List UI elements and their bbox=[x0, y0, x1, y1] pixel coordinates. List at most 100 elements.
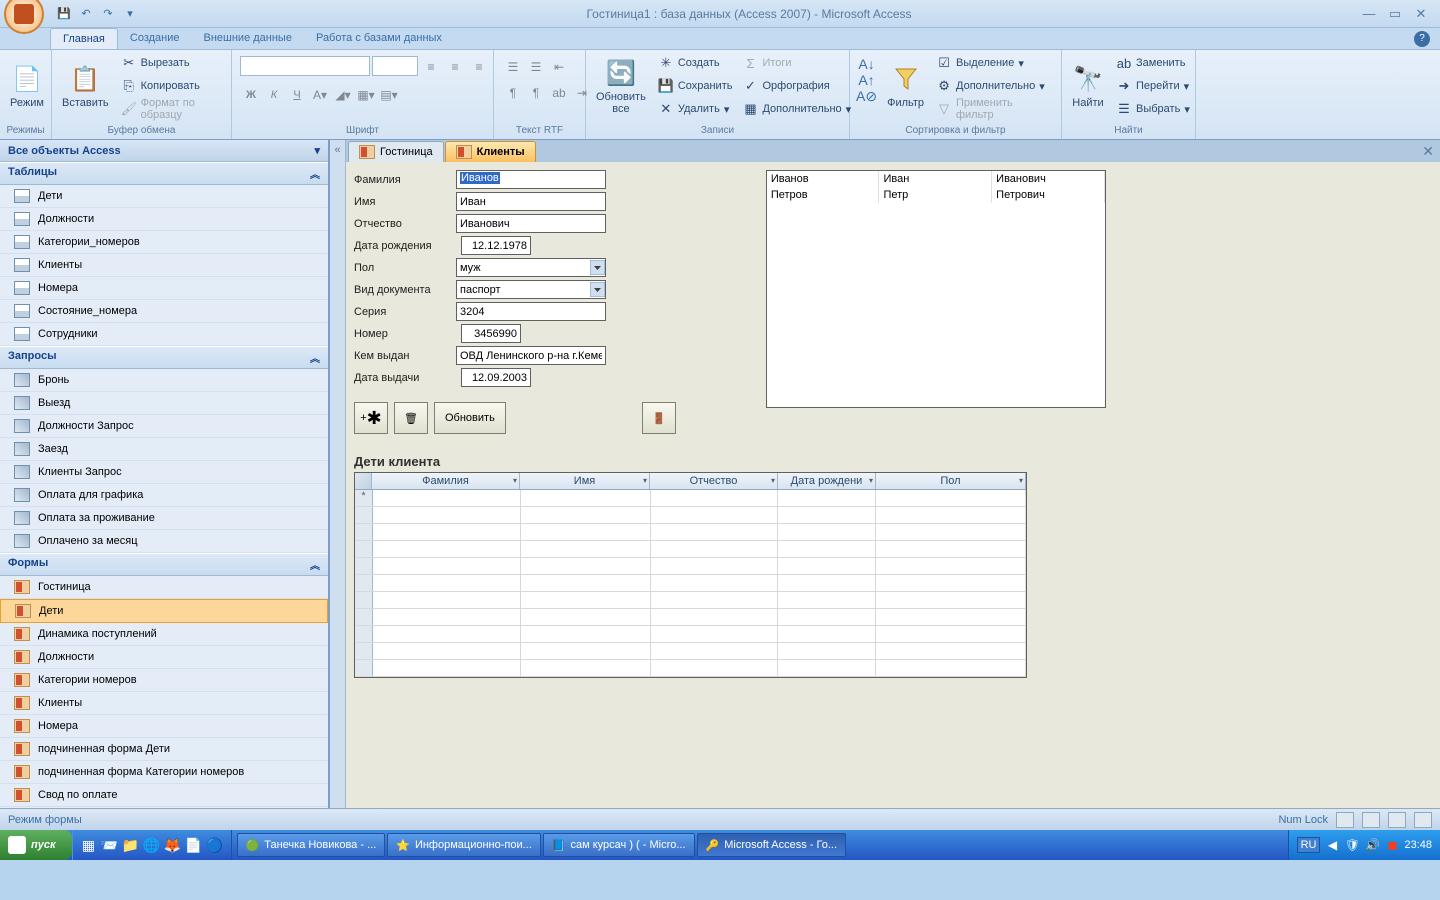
new-record-button[interactable]: ✳Создать bbox=[654, 52, 737, 74]
cell[interactable] bbox=[651, 626, 779, 642]
close-button[interactable]: ✕ bbox=[1410, 5, 1432, 23]
select-button[interactable]: ☰Выбрать ▾ bbox=[1112, 98, 1194, 120]
delete-button[interactable]: 🗑 bbox=[394, 402, 428, 434]
nav-item[interactable]: Оплата за проживание bbox=[0, 507, 328, 530]
save-record-button[interactable]: 💾Сохранить bbox=[654, 75, 737, 97]
input-name[interactable] bbox=[456, 192, 606, 211]
view-layout-icon[interactable] bbox=[1388, 812, 1406, 828]
view-datasheet-icon[interactable] bbox=[1362, 812, 1380, 828]
nav-item[interactable]: Состояние номера bbox=[0, 807, 328, 808]
taskbar-item[interactable]: 🔑Microsoft Access - Го... bbox=[697, 833, 847, 857]
cell[interactable] bbox=[521, 592, 651, 608]
nav-item[interactable]: Состояние_номера bbox=[0, 300, 328, 323]
cell[interactable] bbox=[876, 541, 1026, 557]
nav-item[interactable]: Должности bbox=[0, 208, 328, 231]
rtl-icon[interactable]: ¶ bbox=[525, 82, 547, 104]
ql-icon[interactable]: 🦊 bbox=[163, 835, 183, 855]
cell[interactable] bbox=[876, 507, 1026, 523]
close-tab-icon[interactable]: ✕ bbox=[1422, 143, 1434, 160]
table-row[interactable] bbox=[355, 660, 1026, 677]
input-fam[interactable]: Иванов bbox=[456, 170, 606, 189]
table-row[interactable] bbox=[355, 592, 1026, 609]
tab-create[interactable]: Создание bbox=[118, 28, 192, 49]
row-header[interactable]: * bbox=[355, 490, 373, 506]
nav-cat-tables[interactable]: Таблицы︽ bbox=[0, 162, 328, 185]
table-row[interactable] bbox=[355, 609, 1026, 626]
cell[interactable] bbox=[373, 490, 521, 506]
cell[interactable] bbox=[521, 643, 651, 659]
underline-button[interactable]: Ч bbox=[286, 84, 308, 106]
cell[interactable] bbox=[651, 592, 779, 608]
clients-list[interactable]: ИвановИванИванович ПетровПетрПетрович bbox=[766, 170, 1106, 408]
ql-icon[interactable]: 🌐 bbox=[142, 835, 162, 855]
row-header[interactable] bbox=[355, 575, 373, 591]
sort-desc-icon[interactable]: A↑ bbox=[858, 72, 874, 88]
cell[interactable] bbox=[521, 524, 651, 540]
cell[interactable] bbox=[778, 490, 876, 506]
align-left-icon[interactable]: ≡ bbox=[420, 56, 442, 78]
column-header[interactable]: Отчество▾ bbox=[650, 473, 778, 489]
font-size-select[interactable] bbox=[372, 56, 418, 76]
cut-button[interactable]: ✂Вырезать bbox=[117, 52, 227, 74]
column-header[interactable]: Имя▾ bbox=[520, 473, 650, 489]
cell[interactable] bbox=[651, 507, 779, 523]
ql-icon[interactable]: 📁 bbox=[121, 835, 141, 855]
altrow-icon[interactable]: ▤▾ bbox=[378, 84, 400, 106]
cell[interactable] bbox=[778, 507, 876, 523]
cell[interactable] bbox=[373, 592, 521, 608]
row-header[interactable] bbox=[355, 609, 373, 625]
column-header[interactable]: Пол▾ bbox=[876, 473, 1026, 489]
cell[interactable] bbox=[876, 524, 1026, 540]
fill-color-icon[interactable]: ◢▾ bbox=[332, 84, 354, 106]
cell[interactable] bbox=[373, 558, 521, 574]
taskbar-item[interactable]: ⭐Информационно-пои... bbox=[387, 833, 541, 857]
nav-item[interactable]: Гостиница bbox=[0, 576, 328, 599]
cell[interactable] bbox=[876, 558, 1026, 574]
font-color-icon[interactable]: A▾ bbox=[309, 84, 331, 106]
nav-item[interactable]: Оплата для графика bbox=[0, 484, 328, 507]
save-icon[interactable]: 💾 bbox=[54, 4, 74, 24]
nav-header[interactable]: Все объекты Access ▾ bbox=[0, 140, 328, 162]
cell[interactable] bbox=[373, 660, 521, 676]
nav-item[interactable]: Оплачено за месяц bbox=[0, 530, 328, 553]
paste-button[interactable]: 📋Вставить bbox=[56, 52, 115, 120]
table-row[interactable] bbox=[355, 626, 1026, 643]
table-row[interactable] bbox=[355, 575, 1026, 592]
views-button[interactable]: 📄Режим bbox=[4, 52, 50, 120]
children-subform[interactable]: Фамилия▾Имя▾Отчество▾Дата рождени▾Пол▾ * bbox=[354, 472, 1027, 678]
align-right-icon[interactable]: ≡ bbox=[468, 56, 490, 78]
table-row[interactable] bbox=[355, 507, 1026, 524]
cell[interactable] bbox=[651, 609, 779, 625]
tray-clock[interactable]: 23:48 bbox=[1404, 839, 1432, 851]
nav-item[interactable]: Номера bbox=[0, 277, 328, 300]
cell[interactable] bbox=[651, 490, 779, 506]
cell[interactable] bbox=[778, 524, 876, 540]
nav-item[interactable]: Динамика поступлений bbox=[0, 623, 328, 646]
copy-button[interactable]: ⎘Копировать bbox=[117, 75, 227, 97]
cell[interactable] bbox=[778, 592, 876, 608]
nav-cat-queries[interactable]: Запросы︽ bbox=[0, 346, 328, 369]
view-form-icon[interactable] bbox=[1336, 812, 1354, 828]
cell[interactable] bbox=[651, 660, 779, 676]
refresh-button[interactable]: Обновить bbox=[434, 402, 506, 434]
tab-home[interactable]: Главная bbox=[50, 28, 118, 49]
ql-icon[interactable]: ▦ bbox=[79, 835, 99, 855]
start-button[interactable]: пуск bbox=[0, 830, 72, 860]
nav-item[interactable]: Заезд bbox=[0, 438, 328, 461]
goto-button[interactable]: ➜Перейти ▾ bbox=[1112, 75, 1194, 97]
nav-collapse-button[interactable]: « bbox=[330, 140, 346, 808]
cell[interactable] bbox=[778, 609, 876, 625]
add-button[interactable]: +✱ bbox=[354, 402, 388, 434]
cell[interactable] bbox=[521, 507, 651, 523]
table-row[interactable]: * bbox=[355, 490, 1026, 507]
toggle-filter-button[interactable]: ▽Применить фильтр bbox=[932, 98, 1057, 120]
row-header[interactable] bbox=[355, 541, 373, 557]
list-item[interactable]: ИвановИванИванович bbox=[767, 171, 1105, 187]
tray-icon[interactable]: ◀ bbox=[1324, 837, 1340, 853]
filter-button[interactable]: Фильтр bbox=[881, 52, 930, 120]
cell[interactable] bbox=[876, 609, 1026, 625]
system-tray[interactable]: RU ◀ 🛡 🔊 ◼ 23:48 bbox=[1288, 830, 1440, 860]
advanced-filter-button[interactable]: ⚙Дополнительно ▾ bbox=[932, 75, 1057, 97]
find-button[interactable]: 🔭Найти bbox=[1066, 52, 1110, 120]
cell[interactable] bbox=[373, 626, 521, 642]
